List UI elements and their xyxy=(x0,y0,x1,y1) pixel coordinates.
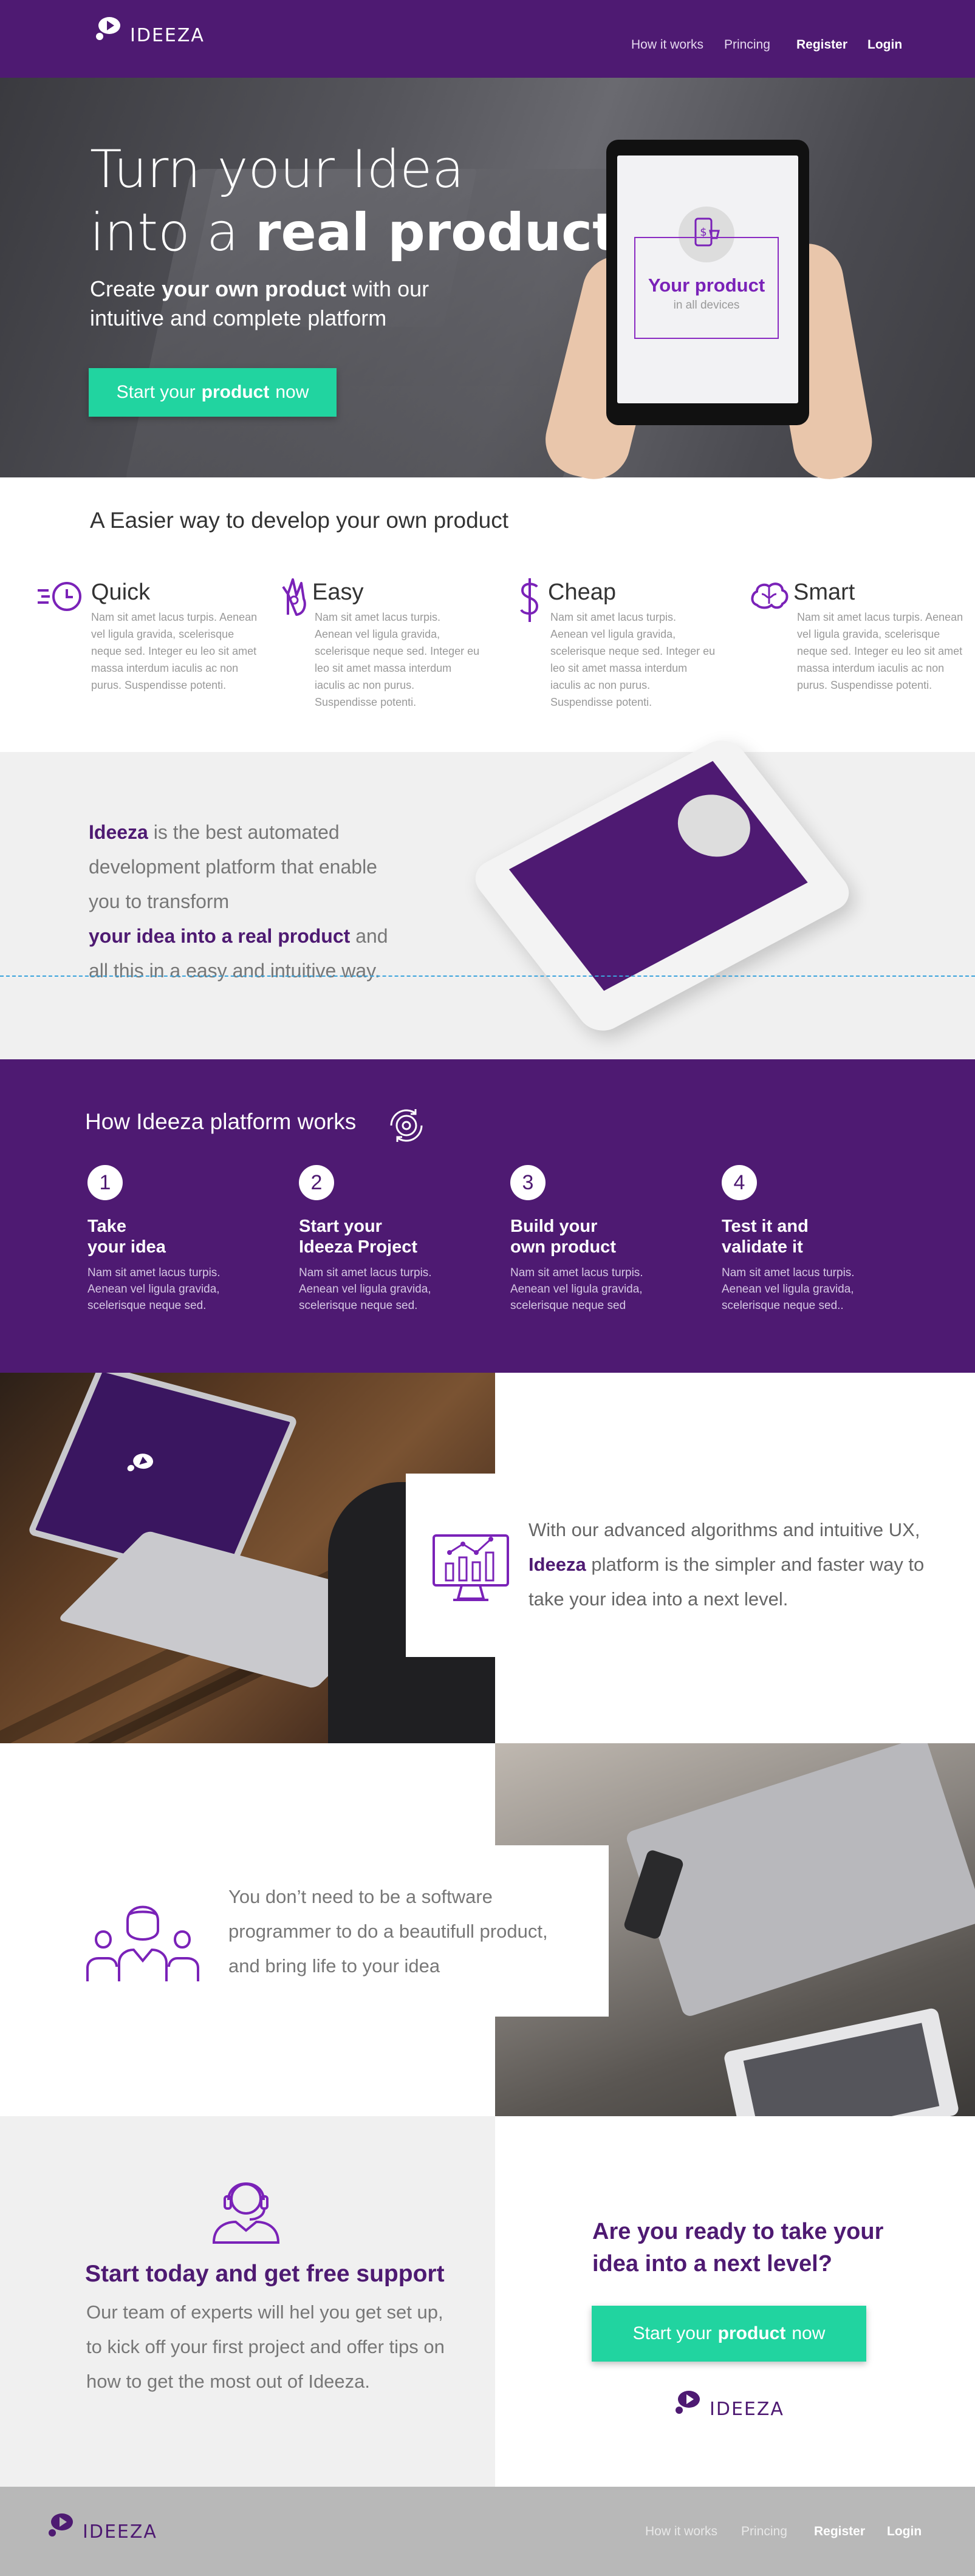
hero-start-button[interactable]: Start your product now xyxy=(89,368,337,417)
analytics-monitor-icon xyxy=(433,1534,509,1601)
ready-start-button[interactable]: Start your product now xyxy=(592,2306,866,2362)
support-text: Our team of experts will hel you get set… xyxy=(86,2301,445,2392)
dollar-icon xyxy=(520,578,539,622)
product-cart-icon xyxy=(663,783,765,869)
step-text: Nam sit amet lacus turpis. Aenean vel li… xyxy=(510,1266,643,1312)
hero-heading-line1: Turn your Idea xyxy=(90,139,464,200)
step-text: Nam sit amet lacus turpis. Aenean vel li… xyxy=(87,1266,221,1312)
step-title: Build your own product xyxy=(510,1217,616,1257)
logo-mark-icon xyxy=(674,2391,707,2419)
feature-text: Nam sit amet lacus turpis. Aenean vel li… xyxy=(797,611,963,691)
hero-subheading: Create your own product with our intuiti… xyxy=(90,276,429,330)
support-title: Start today and get free support xyxy=(85,2261,445,2287)
ready-title: Are you ready to take your idea into a n… xyxy=(592,2219,884,2277)
tablet-subtitle: in all devices xyxy=(673,299,740,312)
footer-login-link[interactable]: Login xyxy=(887,2524,922,2539)
laptop-logo xyxy=(121,1449,164,1484)
stopwatch-icon xyxy=(38,582,81,611)
logo-mark-icon xyxy=(95,17,128,45)
nav-pricing-link[interactable]: Princing xyxy=(724,38,770,52)
feature-text: Nam sit amet lacus turpis. Aenean vel li… xyxy=(550,611,716,708)
footer-register-link[interactable]: Register xyxy=(814,2524,865,2539)
step-number: 1 xyxy=(87,1165,123,1200)
step-text: Nam sit amet lacus turpis. Aenean vel li… xyxy=(722,1266,855,1312)
nav-login-link[interactable]: Login xyxy=(867,38,902,52)
team-text: You don’t need to be a software programm… xyxy=(228,1886,548,1976)
brand-logo[interactable]: IDEEZA xyxy=(95,17,205,45)
footer: IDEEZA How it works Princing Register Lo… xyxy=(0,2487,975,2576)
feature-title: Smart xyxy=(793,579,855,605)
nav-register-link[interactable]: Register xyxy=(796,38,847,52)
hero-tablet: $ Your product in all devices xyxy=(606,140,809,425)
gear-cycle-icon xyxy=(390,1109,423,1142)
footer-logo[interactable]: IDEEZA xyxy=(47,2513,157,2541)
nav-how-it-works-link[interactable]: How it works xyxy=(631,38,703,52)
tablet-title: Your product xyxy=(648,275,765,296)
step-number: 4 xyxy=(722,1165,757,1200)
feature-text: Nam sit amet lacus turpis. Aenean vel li… xyxy=(91,611,258,691)
step-text: Nam sit amet lacus turpis. Aenean vel li… xyxy=(299,1266,432,1312)
step-number: 2 xyxy=(299,1165,334,1200)
feature-title: Quick xyxy=(91,579,151,605)
bottom-logo[interactable]: IDEEZA xyxy=(674,2391,784,2419)
logo-wordmark: IDEEZA xyxy=(130,25,205,46)
brain-icon xyxy=(751,583,789,609)
step-title: Test it and validate it xyxy=(722,1217,809,1257)
ok-hand-icon xyxy=(282,578,306,616)
team-people-icon xyxy=(86,1905,199,1981)
footer-pricing-link[interactable]: Princing xyxy=(741,2524,787,2539)
step-number: 3 xyxy=(510,1165,546,1200)
top-navbar: IDEEZA How it works Princing Register Lo… xyxy=(0,0,975,78)
logo-wordmark: IDEEZA xyxy=(710,2399,784,2420)
support-agent-icon xyxy=(212,2182,280,2244)
logo-mark-icon xyxy=(47,2513,80,2541)
algorithms-text: With our advanced algorithms and intuiti… xyxy=(529,1519,925,1610)
tablet-photo-object xyxy=(723,2007,960,2116)
logo-wordmark: IDEEZA xyxy=(83,2521,157,2543)
step-title: Start your Ideeza Project xyxy=(299,1217,418,1257)
how-section-title: How Ideeza platform works xyxy=(85,1109,357,1134)
feature-title: Easy xyxy=(312,579,364,605)
footer-how-it-works-link[interactable]: How it works xyxy=(645,2524,717,2539)
guide-line xyxy=(0,975,975,977)
step-title: Take your idea xyxy=(87,1217,166,1257)
hero-heading-line2: into a real product xyxy=(90,202,618,263)
easier-section-title: A Easier way to develop your own product xyxy=(90,508,508,533)
feature-title: Cheap xyxy=(548,579,616,605)
about-text: Ideeza is the best automated development… xyxy=(89,821,388,982)
feature-text: Nam sit amet lacus turpis. Aenean vel li… xyxy=(315,611,480,708)
